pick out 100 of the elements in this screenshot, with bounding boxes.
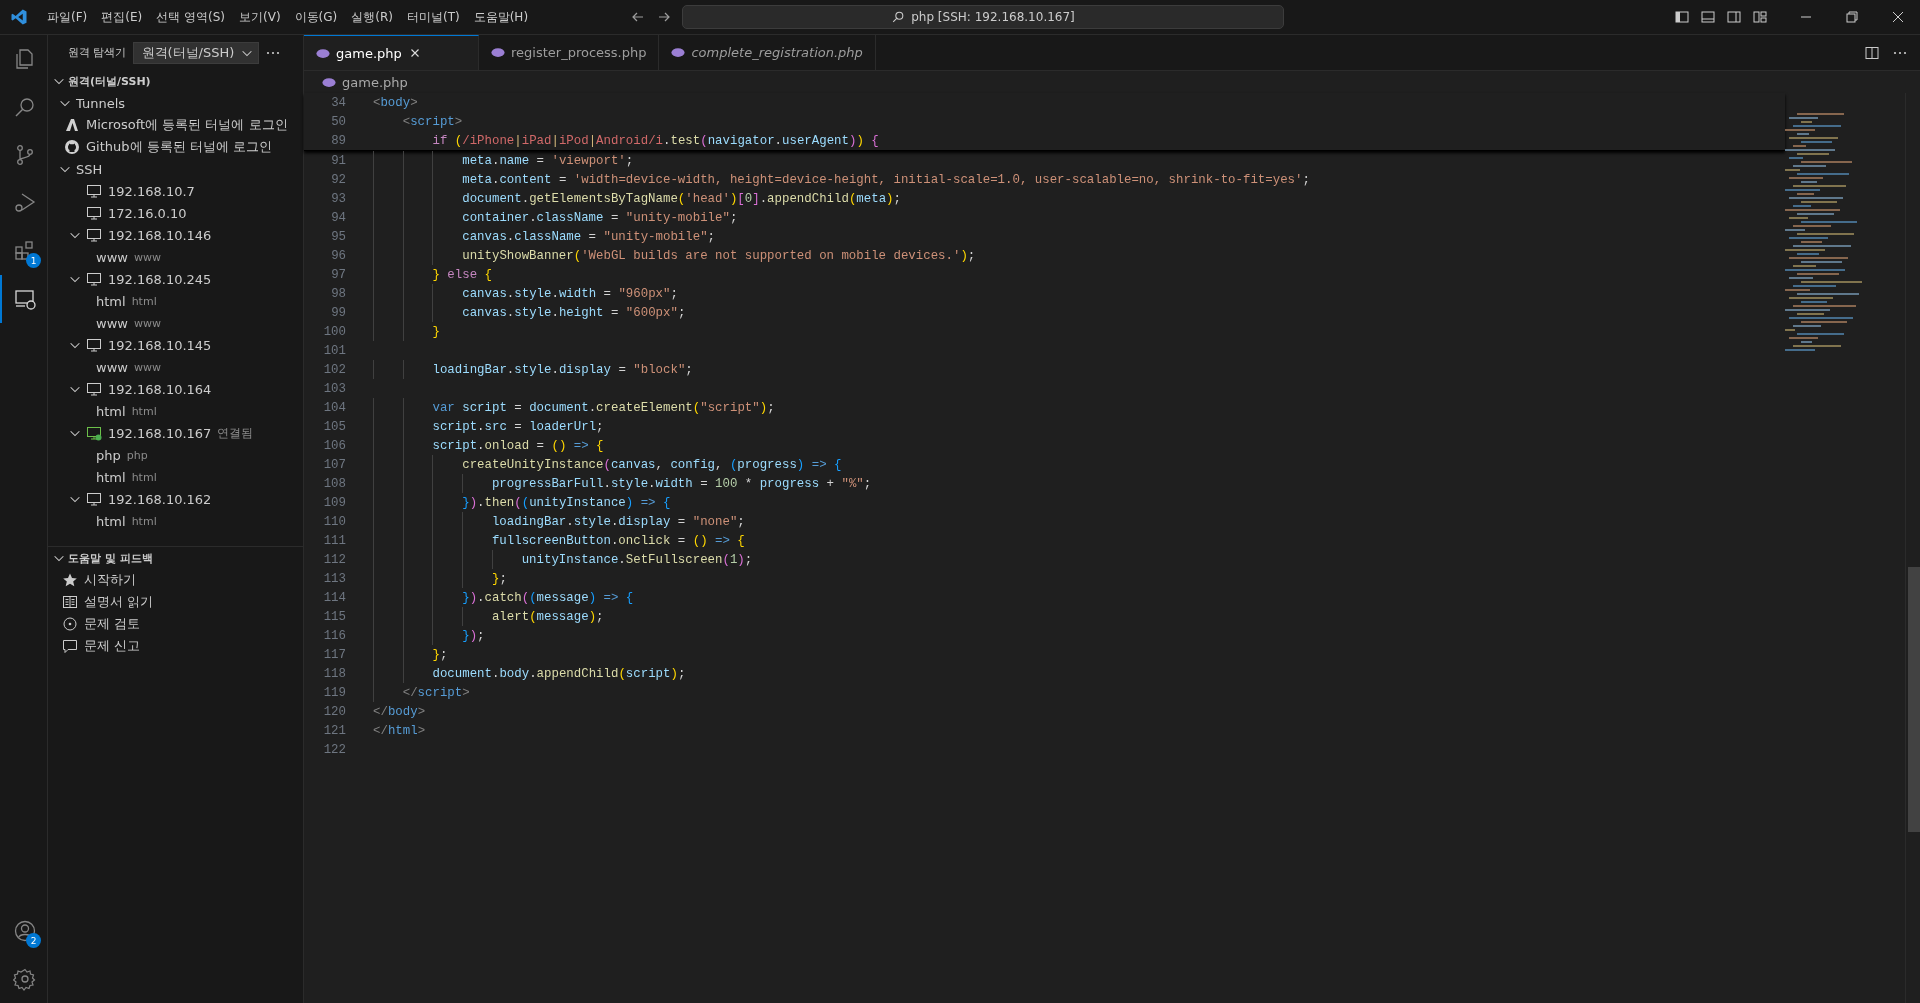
code-line: <script> bbox=[402, 114, 463, 129]
line-number: 114 bbox=[322, 590, 346, 605]
run-debug-icon bbox=[12, 191, 37, 215]
tree-item[interactable]: 192.168.10.245 bbox=[108, 271, 212, 287]
split-editor-icon[interactable] bbox=[1864, 44, 1880, 61]
code-line: canvas.className = "unity-mobile"; bbox=[462, 229, 716, 244]
line-number: 119 bbox=[322, 685, 346, 700]
code-line: document.body.appendChild(script); bbox=[432, 666, 686, 681]
menu-item[interactable]: 터미널(T) bbox=[399, 8, 467, 26]
code-line: container.className = "unity-mobile"; bbox=[462, 210, 738, 225]
code-line: }; bbox=[432, 647, 448, 662]
help-link[interactable]: 설명서 읽기 bbox=[84, 593, 154, 611]
line-number: 107 bbox=[322, 457, 346, 472]
help-link[interactable]: 문제 검토 bbox=[84, 615, 141, 633]
line-number: 111 bbox=[322, 533, 346, 548]
tree-item[interactable]: 172.16.0.10 bbox=[108, 205, 187, 221]
app-logo-icon bbox=[10, 8, 28, 26]
code-line: if (/iPhone|iPad|iPod|Android/i.test(navigator.userAgent)) { bbox=[432, 133, 879, 148]
tree-item[interactable]: html bbox=[96, 403, 126, 419]
menu-item[interactable]: 보기(V) bbox=[232, 8, 288, 26]
help-link[interactable]: 문제 신고 bbox=[84, 637, 141, 655]
line-number: 100 bbox=[322, 324, 346, 339]
menu-item[interactable]: 파일(F) bbox=[40, 8, 95, 26]
menu-item[interactable]: 실행(R) bbox=[344, 8, 400, 26]
command-search-field[interactable]: php [SSH: 192.168.10.167] bbox=[682, 5, 1284, 29]
menu-item[interactable]: 도움말(H) bbox=[466, 8, 536, 26]
line-number: 108 bbox=[322, 476, 346, 491]
tree-item[interactable]: php bbox=[96, 447, 121, 463]
triangle-logo-icon bbox=[64, 117, 80, 133]
line-number: 96 bbox=[330, 248, 346, 263]
activity-item[interactable]: 1 bbox=[0, 227, 47, 275]
code-line: }); bbox=[462, 628, 485, 643]
line-number: 95 bbox=[330, 229, 346, 244]
tree-item[interactable]: 192.168.10.164 bbox=[108, 381, 212, 397]
menu-item[interactable]: 이동(G) bbox=[287, 8, 345, 26]
code-line: script.onload = () => { bbox=[432, 438, 604, 453]
tree-item[interactable]: www bbox=[96, 249, 128, 265]
section-header[interactable]: 원격(터널/SSH) bbox=[48, 70, 303, 92]
tree-item[interactable]: 192.168.10.145 bbox=[108, 337, 212, 353]
code-line: fullscreenButton.onclick = () => { bbox=[491, 533, 745, 548]
tree-item[interactable]: html bbox=[96, 513, 126, 529]
tree-item[interactable]: 192.168.10.7 bbox=[108, 183, 195, 199]
count-badge: 1 bbox=[26, 253, 41, 268]
issues-icon bbox=[62, 616, 78, 632]
item-description: www bbox=[133, 360, 161, 374]
item-description: html bbox=[131, 470, 157, 484]
line-number: 116 bbox=[322, 628, 346, 643]
code-line: var script = document.createElement("script"); bbox=[432, 400, 775, 415]
line-number: 117 bbox=[322, 647, 346, 662]
line-number: 109 bbox=[322, 495, 346, 510]
layout-icon[interactable] bbox=[1752, 9, 1768, 25]
comment-icon bbox=[62, 638, 78, 654]
tree-item[interactable]: 192.168.10.146 bbox=[108, 227, 212, 243]
menu-item[interactable]: 선택 영역(S) bbox=[149, 8, 232, 26]
secondary-sidebar-icon[interactable] bbox=[1726, 9, 1742, 25]
line-number: 101 bbox=[322, 343, 346, 358]
scrollbar-thumb[interactable] bbox=[1908, 567, 1920, 832]
panel-toggle-icon[interactable] bbox=[1700, 9, 1716, 25]
line-number: 97 bbox=[330, 267, 346, 282]
line-number: 122 bbox=[322, 742, 346, 757]
code-line: } else { bbox=[432, 267, 492, 282]
code-line: }).catch((message) => { bbox=[462, 590, 634, 605]
line-number: 112 bbox=[322, 552, 346, 567]
line-number: 121 bbox=[322, 723, 346, 738]
activity-item[interactable]: 2 bbox=[0, 907, 47, 955]
code-line: meta.name = 'viewport'; bbox=[462, 153, 634, 168]
line-number: 110 bbox=[322, 514, 346, 529]
code-line: loadingBar.style.display = "none"; bbox=[491, 514, 745, 529]
sidebar-toggle-icon[interactable] bbox=[1674, 9, 1690, 25]
breadcrumb-item[interactable]: game.php bbox=[342, 74, 408, 90]
line-number: 34 bbox=[330, 95, 346, 110]
code-line: </body> bbox=[373, 704, 426, 719]
code-line: </script> bbox=[402, 685, 470, 700]
tree-item[interactable]: www bbox=[96, 359, 128, 375]
tree-item[interactable]: 192.168.10.167 bbox=[108, 425, 212, 441]
line-number: 91 bbox=[330, 153, 346, 168]
tree-item[interactable]: Github에 등록된 터널에 로그인 bbox=[86, 138, 272, 156]
tree-item[interactable]: Microsoft에 등록된 터널에 로그인 bbox=[86, 116, 288, 134]
line-number: 103 bbox=[322, 381, 346, 396]
tree-item[interactable]: html bbox=[96, 293, 126, 309]
close-icon[interactable] bbox=[1890, 9, 1906, 25]
tree-item[interactable]: SSH bbox=[76, 161, 103, 177]
code-line: meta.content = 'width=device-width, height=device-height, initial-scale=1.0, user-scalable=no, shrink-to-fit=yes'; bbox=[462, 172, 1310, 187]
remote-explorer-icon bbox=[12, 287, 37, 311]
view-dropdown[interactable]: 원격(터널/SSH) bbox=[132, 41, 259, 64]
restore-icon[interactable] bbox=[1844, 9, 1860, 25]
section-header[interactable]: 도움말 및 피드백 bbox=[48, 547, 303, 569]
help-link[interactable]: 시작하기 bbox=[84, 571, 136, 589]
search-icon bbox=[891, 10, 906, 24]
tree-item[interactable]: 192.168.10.162 bbox=[108, 491, 212, 507]
editor-tab[interactable]: game.php bbox=[304, 35, 479, 70]
item-description: www bbox=[133, 316, 161, 330]
tree-item[interactable]: www bbox=[96, 315, 128, 331]
tree-item[interactable]: Tunnels bbox=[76, 95, 126, 111]
code-line: unityInstance.SetFullscreen(1); bbox=[521, 552, 753, 567]
code-line: }; bbox=[491, 571, 507, 586]
code-line: canvas.style.height = "600px"; bbox=[462, 305, 686, 320]
tree-item[interactable]: html bbox=[96, 469, 126, 485]
menu-item[interactable]: 편집(E) bbox=[94, 8, 150, 26]
code-line: unityShowBanner('WebGL builds are not supported on mobile devices.'); bbox=[462, 248, 976, 263]
